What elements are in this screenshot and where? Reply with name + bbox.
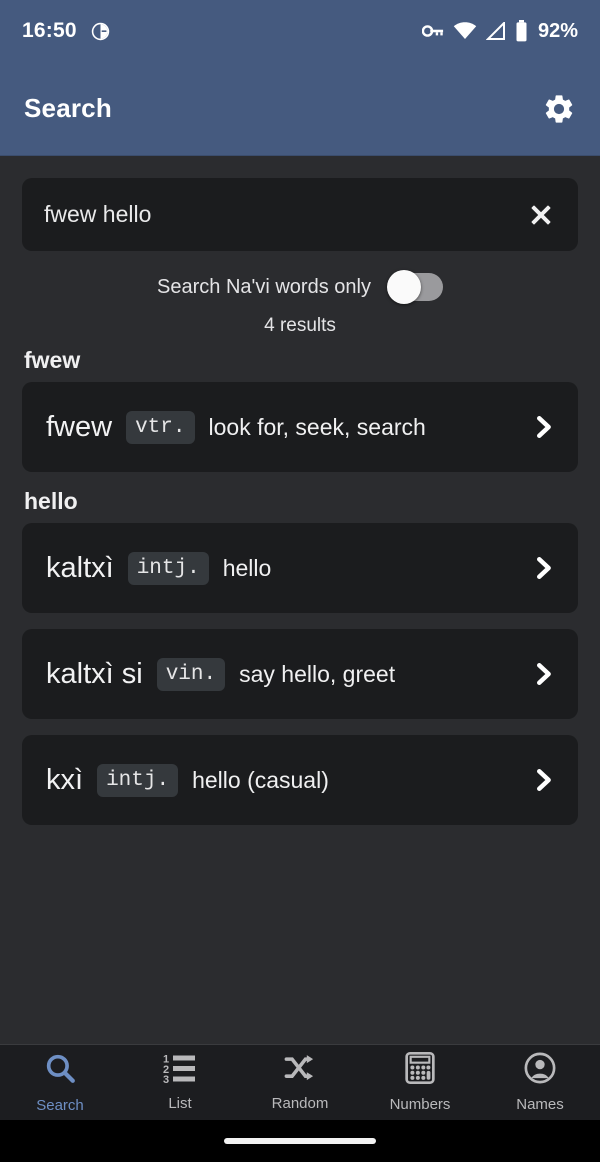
nav-item-label: List (168, 1095, 192, 1112)
gesture-bar (0, 1120, 600, 1162)
chevron-right-icon[interactable] (516, 765, 558, 795)
entry-word: kaltxì si (46, 657, 143, 690)
section-header: hello (24, 488, 78, 514)
entry-card[interactable]: kaltxì intj. hello (22, 523, 578, 613)
status-bar-right: 92% (421, 19, 578, 43)
app-bar: Search (0, 62, 600, 156)
close-icon[interactable] (526, 200, 556, 230)
entry-definition: look for, seek, search (208, 413, 426, 440)
chevron-right-icon[interactable] (516, 412, 558, 442)
section-header: fwew (24, 347, 81, 373)
bottom-navigation: Search 1 2 3 List Random Numbers Names (0, 1044, 600, 1120)
status-bar: 16:50 92% (0, 0, 600, 62)
entry-part-of-speech: vtr. (126, 410, 195, 444)
search-bar[interactable]: fwew hello (22, 178, 578, 251)
numbered-list-icon: 123 (163, 1053, 197, 1088)
entry-word: fwew (46, 410, 113, 443)
entry-word: kxì (46, 763, 84, 796)
status-clock: 16:50 (22, 19, 77, 42)
navi-only-toggle-row: Search Na'vi words only (22, 270, 578, 304)
nav-item-label: Numbers (389, 1096, 451, 1113)
battery-percent: 92% (537, 19, 578, 42)
results-list: fwew fwew vtr. look for, seek, search hello k… (22, 347, 578, 825)
nav-item-label: Random (271, 1095, 329, 1112)
main-content: fwew hello Search Na'vi words only 4 res… (0, 156, 600, 1044)
svg-text:3: 3 (163, 1074, 169, 1083)
navi-only-switch[interactable] (386, 270, 443, 304)
calculator-icon (405, 1052, 435, 1089)
nav-item-names[interactable]: Names (480, 1045, 600, 1120)
person-circle-icon (524, 1052, 556, 1089)
nav-item-search[interactable]: Search (0, 1045, 120, 1120)
nav-item-label: Names (516, 1096, 564, 1113)
cell-signal-icon (485, 22, 506, 40)
entry-card[interactable]: kxì intj. hello (casual) (22, 735, 578, 825)
entry-word: kaltxì (46, 551, 114, 584)
vpn-key-icon (421, 23, 444, 39)
do-not-disturb-icon (91, 22, 110, 41)
app-root: 16:50 92% Search fwew hello Search Na'vi… (0, 0, 600, 1162)
entry-card[interactable]: fwew vtr. look for, seek, search (22, 382, 578, 472)
shuffle-icon (283, 1053, 317, 1088)
entry-definition: hello (casual) (192, 766, 329, 793)
search-icon (43, 1051, 77, 1090)
gear-icon[interactable] (542, 92, 576, 126)
entry-part-of-speech: intj. (97, 763, 179, 797)
nav-item-random[interactable]: Random (240, 1045, 360, 1120)
wifi-icon (453, 22, 477, 40)
battery-icon (515, 20, 528, 42)
switch-knob (386, 270, 421, 304)
chevron-right-icon[interactable] (516, 659, 558, 689)
search-input[interactable]: fwew hello (44, 201, 526, 228)
gesture-pill (224, 1138, 376, 1144)
nav-item-numbers[interactable]: Numbers (360, 1045, 480, 1120)
navi-only-label: Search Na'vi words only (157, 275, 371, 298)
entry-definition: hello (222, 554, 272, 581)
nav-item-label: Search (36, 1097, 84, 1114)
chevron-right-icon[interactable] (516, 553, 558, 583)
nav-item-list[interactable]: 1 2 3 List (120, 1045, 240, 1120)
results-count: 4 results (264, 315, 336, 336)
page-title: Search (24, 93, 112, 123)
entry-part-of-speech: vin. (156, 657, 226, 691)
entry-card[interactable]: kaltxì si vin. say hello, greet (22, 629, 578, 719)
entry-definition: say hello, greet (239, 660, 396, 687)
entry-part-of-speech: intj. (127, 551, 209, 585)
status-bar-left: 16:50 (22, 19, 110, 43)
